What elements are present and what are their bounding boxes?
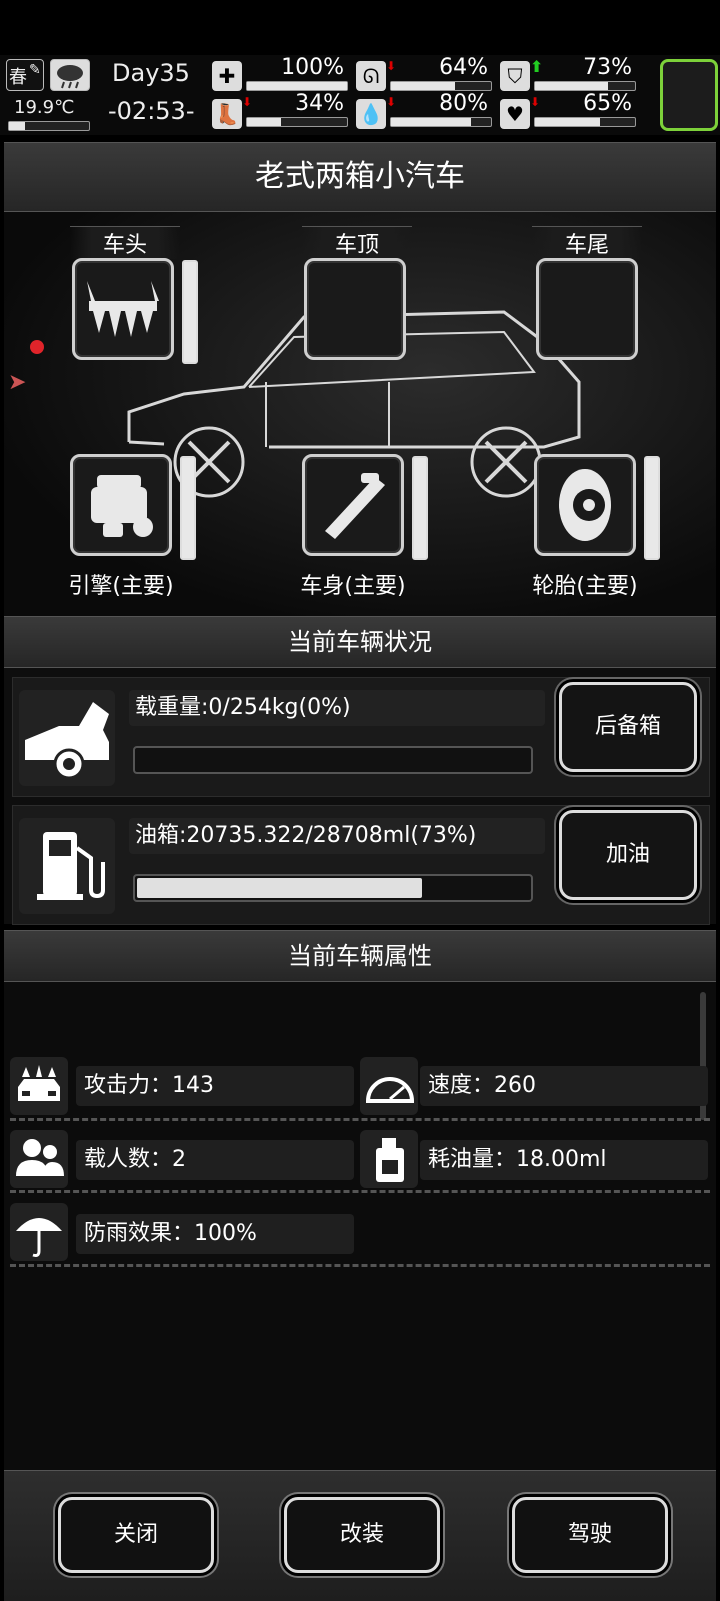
slot-body[interactable] [302, 454, 404, 556]
season-text: 春 [9, 67, 27, 88]
slot-label-body: 车身(主要) [300, 574, 406, 599]
vehicle-view: ➤ 车头 车顶 车尾 引擎(主要) 车身(主要) 轮胎(主要) [4, 212, 716, 616]
slot-rear[interactable] [536, 258, 638, 360]
condition-title: 当前车辆状况 [288, 628, 432, 656]
slot-label-roof: 车顶 [302, 226, 412, 259]
heart-icon: ♥ [500, 99, 530, 129]
slot-body-durability [412, 456, 428, 560]
feather-icon: ✎ [29, 62, 41, 78]
notification-dot [30, 340, 44, 354]
hunger-trend-icon: ⬇ [386, 59, 397, 73]
slot-label-front: 车头 [70, 226, 180, 259]
fuel-can-icon [360, 1130, 418, 1188]
slot-tire-durability [644, 456, 660, 560]
slot-label-tire: 轮胎(主要) [532, 574, 638, 599]
hunger-bar [390, 81, 492, 91]
fuel-text: 油箱:20735.322/28708ml(73%) [129, 818, 545, 854]
health-bar [246, 81, 348, 91]
spiked-bumper-icon [87, 281, 159, 337]
cargo-text: 载重量:0/254kg(0%) [129, 690, 545, 726]
fuel-consumption: 耗油量：18.00ml [420, 1140, 708, 1180]
boot-icon: 👢 [212, 99, 242, 129]
rain-protection: 防雨效果：100% [76, 1214, 354, 1254]
slot-tire[interactable] [534, 454, 636, 556]
cargo-row: 载重量:0/254kg(0%) 后备箱 [12, 677, 710, 797]
equipment-slot-button[interactable] [660, 59, 718, 131]
speedometer-icon [360, 1057, 418, 1115]
mood-bar [534, 81, 636, 91]
row-divider [10, 1118, 710, 1121]
water-drop-icon: 💧 [356, 99, 386, 129]
mask-icon: ⛉ [500, 61, 530, 91]
row-divider [10, 1190, 710, 1193]
medkit-icon: ✚ [212, 61, 242, 91]
gas-pump-icon [19, 818, 115, 914]
refuel-button[interactable]: 加油 [559, 810, 697, 900]
day-counter: Day35 [112, 59, 190, 87]
thirst-bar [390, 117, 492, 127]
trunk-button[interactable]: 后备箱 [559, 682, 697, 772]
thirst-trend-icon: ⬇ [386, 95, 397, 109]
thirst-percent: 80% [439, 91, 488, 116]
stamina-trend-icon: ⬇ [242, 95, 253, 109]
season-badge: 春 ✎ [6, 59, 44, 91]
spiked-car-icon [10, 1057, 68, 1115]
stomach-icon: ᘏ [356, 61, 386, 91]
stamina-percent: 34% [295, 91, 344, 116]
passenger-capacity: 载人数：2 [76, 1140, 354, 1180]
health-percent: 100% [281, 55, 344, 80]
close-button[interactable]: 关闭 [58, 1497, 214, 1573]
status-bar: 春 ✎ 19.9℃ Day35 -02:53- ✚ 100% ᘏ ⬇ 64% ⛉… [0, 55, 720, 135]
car-trunk-icon [19, 690, 115, 786]
slot-front-durability [182, 260, 198, 364]
row-divider [10, 1264, 710, 1267]
slot-engine-durability [180, 456, 196, 560]
vehicle-title-bar: 老式两箱小汽车 [4, 142, 716, 212]
slot-engine[interactable] [70, 454, 172, 556]
fuel-progress [133, 874, 533, 902]
hunger-percent: 64% [439, 55, 488, 80]
temperature-bar [8, 121, 90, 131]
side-drawer-arrow-icon[interactable]: ➤ [8, 370, 26, 395]
slot-label-rear: 车尾 [532, 226, 642, 259]
modify-button[interactable]: 改装 [284, 1497, 440, 1573]
slot-roof[interactable] [304, 258, 406, 360]
clock-time: -02:53- [108, 97, 195, 125]
stamina-bar [246, 117, 348, 127]
attributes-title-bar: 当前车辆属性 [4, 930, 716, 982]
attack-power: 攻击力：143 [76, 1066, 354, 1106]
attributes-title: 当前车辆属性 [288, 942, 432, 970]
heart-bar [534, 117, 636, 127]
engine-icon [91, 475, 153, 537]
slot-front[interactable] [72, 258, 174, 360]
heart-percent: 65% [583, 91, 632, 116]
temperature-text: 19.9℃ [14, 97, 75, 118]
tire-icon [559, 469, 611, 541]
heart-trend-icon: ⬇ [530, 95, 541, 109]
car-body-parts-icon [325, 473, 385, 539]
slot-label-engine: 引擎(主要) [68, 574, 174, 599]
weather-icon [50, 59, 90, 91]
fuel-row: 油箱:20735.322/28708ml(73%) 加油 [12, 805, 710, 925]
umbrella-icon [10, 1203, 68, 1261]
people-icon [10, 1130, 68, 1188]
condition-title-bar: 当前车辆状况 [4, 616, 716, 668]
mood-percent: 73% [583, 55, 632, 80]
speed: 速度：260 [420, 1066, 708, 1106]
cargo-progress [133, 746, 533, 774]
drive-button[interactable]: 驾驶 [512, 1497, 668, 1573]
vehicle-name: 老式两箱小汽车 [255, 159, 465, 194]
